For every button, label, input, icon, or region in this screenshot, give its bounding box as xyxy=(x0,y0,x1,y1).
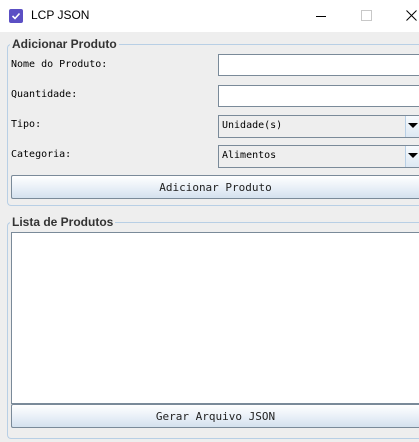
chevron-down-icon[interactable] xyxy=(405,116,419,137)
product-name-input[interactable] xyxy=(219,57,419,78)
quantity-label: Quantidade: xyxy=(11,89,78,100)
quantity-input[interactable] xyxy=(219,88,419,109)
close-icon[interactable] xyxy=(387,0,419,32)
type-label: Tipo: xyxy=(11,119,42,130)
category-selected-value: Alimentos xyxy=(222,150,277,161)
product-list-legend: Lista de Produtos xyxy=(12,215,114,229)
maximize-icon[interactable] xyxy=(341,0,387,32)
window-titlebar[interactable]: LCP JSON xyxy=(0,0,419,32)
chevron-down-icon[interactable] xyxy=(405,146,419,167)
category-select[interactable]: Alimentos xyxy=(218,145,419,168)
window-title: LCP JSON xyxy=(31,8,90,22)
add-product-legend: Adicionar Produto xyxy=(12,37,117,51)
add-product-button[interactable]: Adicionar Produto xyxy=(11,175,419,199)
window-content: Adicionar Produto Nome do Produto: Quant… xyxy=(0,32,419,442)
minimize-icon[interactable] xyxy=(295,0,341,32)
type-selected-value: Unidade(s) xyxy=(222,120,283,131)
product-name-field[interactable] xyxy=(218,54,419,78)
category-label: Categoria: xyxy=(11,149,72,160)
product-list[interactable] xyxy=(11,232,419,404)
app-check-icon xyxy=(9,9,23,23)
type-select[interactable]: Unidade(s) xyxy=(218,115,419,138)
generate-json-button[interactable]: Gerar Arquivo JSON xyxy=(11,404,419,428)
product-name-label: Nome do Produto: xyxy=(11,59,108,70)
quantity-field[interactable] xyxy=(218,85,419,109)
